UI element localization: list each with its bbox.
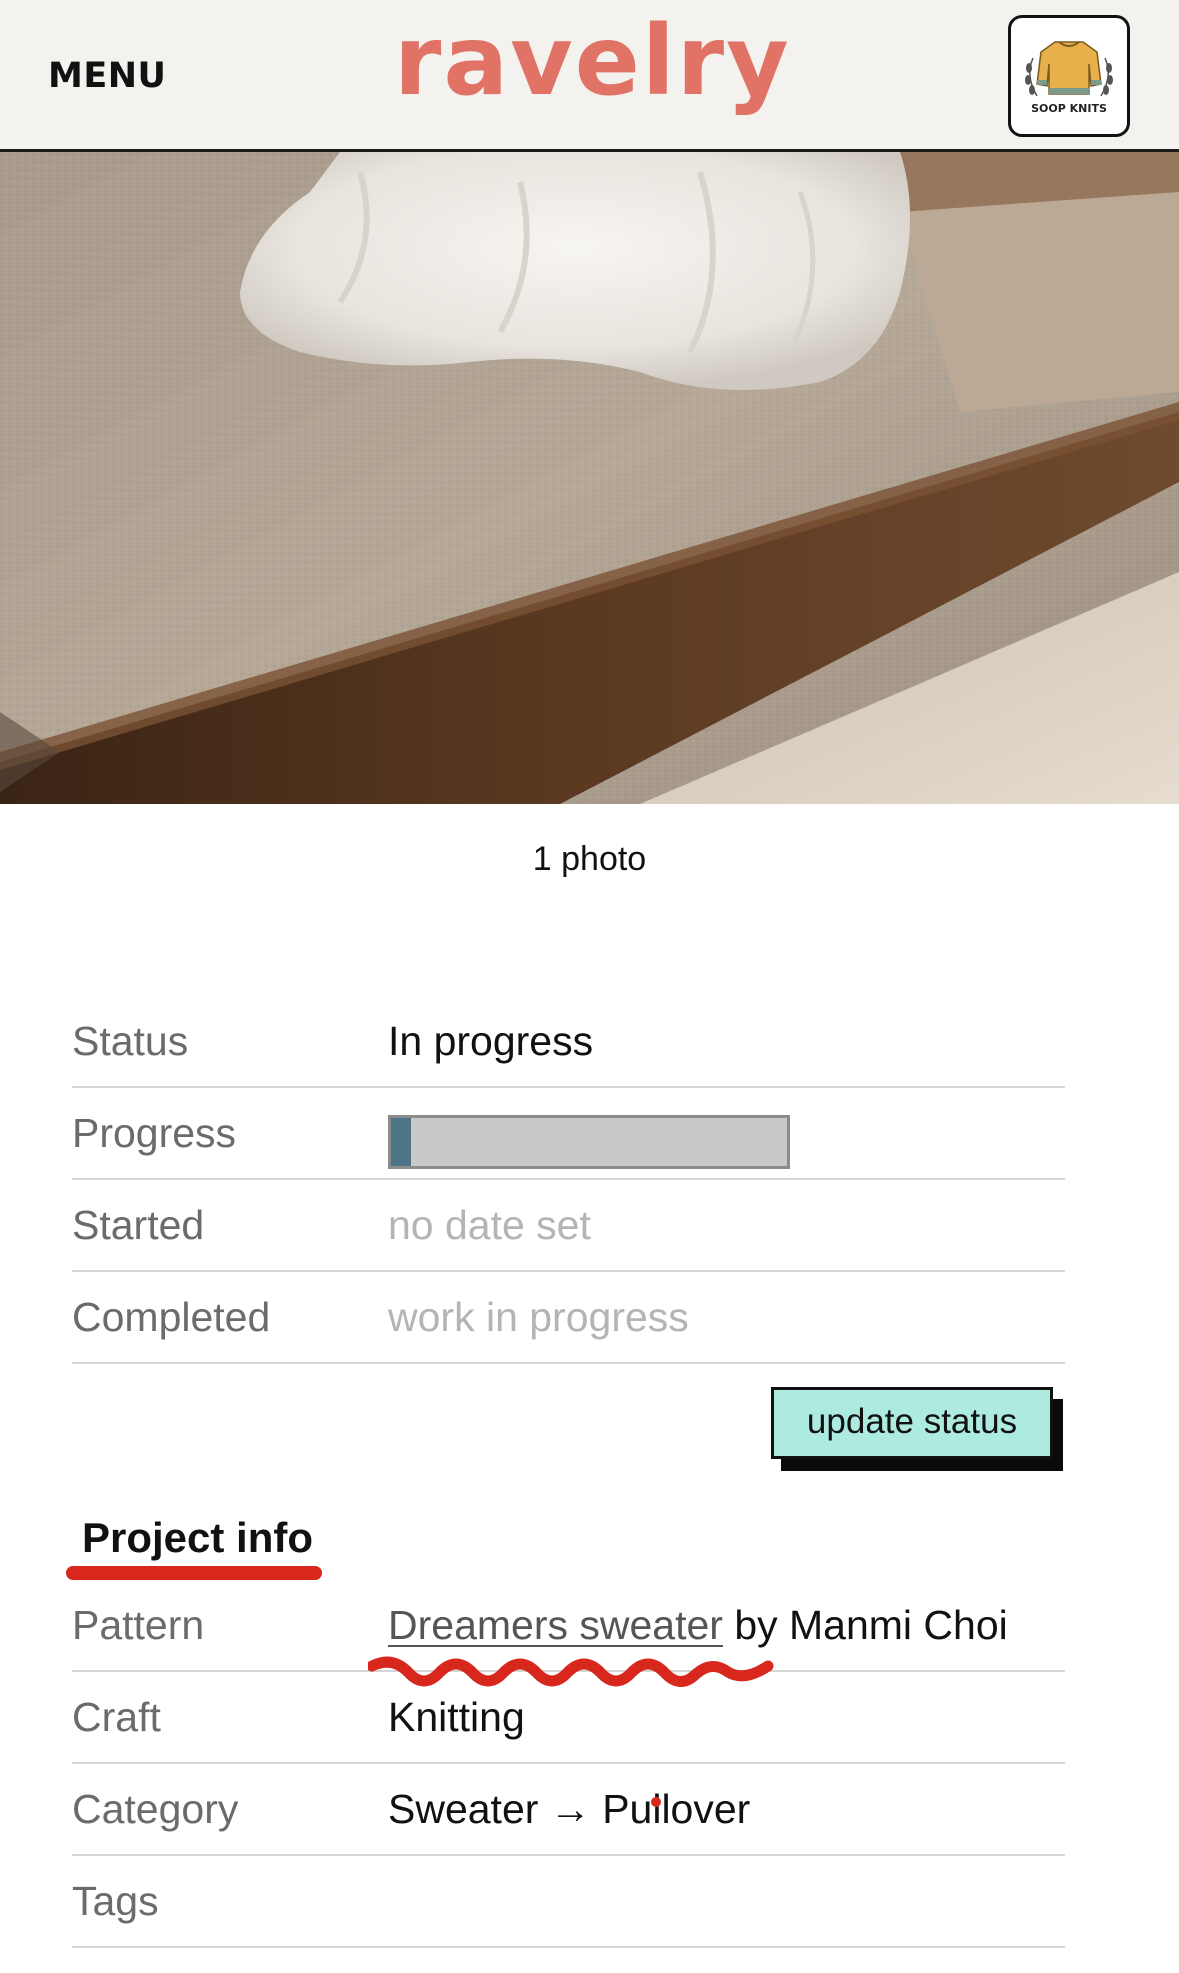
progress-row: Progress [72, 1088, 1065, 1180]
pattern-value: Dreamers sweater by Manmi Choi [388, 1602, 1008, 1649]
row-label: Started [72, 1202, 205, 1248]
completed-row: Completed work in progress [72, 1272, 1065, 1364]
update-status-button[interactable]: update status [771, 1387, 1053, 1459]
update-status-wrapper: update status [771, 1387, 1065, 1473]
started-value: no date set [388, 1202, 591, 1248]
user-avatar[interactable]: SOOP KNITS [1008, 15, 1130, 137]
pattern-designer: by Manmi Choi [722, 1602, 1008, 1648]
menu-button[interactable]: MENU [48, 56, 166, 96]
section-title-project-info: Project info [82, 1514, 314, 1561]
pattern-link[interactable]: Dreamers sweater [388, 1602, 723, 1648]
project-info-table: Pattern Dreamers sweater by Manmi Choi C… [72, 1580, 1065, 1948]
category-row: Category Sweater → Pullover [72, 1764, 1065, 1856]
row-label: Craft [72, 1694, 161, 1740]
status-table: Status In progress Progress Started no d… [72, 996, 1065, 1364]
red-underline-annotation [66, 1566, 322, 1580]
row-label: Progress [72, 1110, 237, 1156]
row-label: Pattern [72, 1602, 205, 1648]
status-value: In progress [388, 1018, 594, 1064]
sweater-icon [1025, 41, 1113, 97]
completed-value: work in progress [388, 1294, 689, 1340]
tags-row: Tags [72, 1856, 1065, 1948]
progress-bar[interactable] [388, 1115, 790, 1169]
craft-value: Knitting [388, 1694, 525, 1740]
project-photo[interactable] [0, 152, 1179, 804]
category-value: Sweater → Pullover [388, 1786, 751, 1832]
red-dot-annotation [651, 1797, 661, 1807]
status-row: Status In progress [72, 996, 1065, 1088]
progress-fill [391, 1118, 411, 1166]
dog-photo [0, 152, 1179, 804]
photo-count[interactable]: 1 photo [0, 840, 1179, 879]
started-row: Started no date set [72, 1180, 1065, 1272]
ravelry-logo[interactable]: ravelry [394, 4, 791, 119]
red-squiggle-annotation [368, 1656, 774, 1687]
row-label: Completed [72, 1294, 271, 1340]
avatar-label: SOOP KNITS [1031, 102, 1107, 115]
row-label: Tags [72, 1878, 159, 1924]
top-bar: MENU ravelry SOOP KNITS [0, 0, 1179, 152]
row-label: Category [72, 1786, 239, 1832]
row-label: Status [72, 1018, 189, 1064]
